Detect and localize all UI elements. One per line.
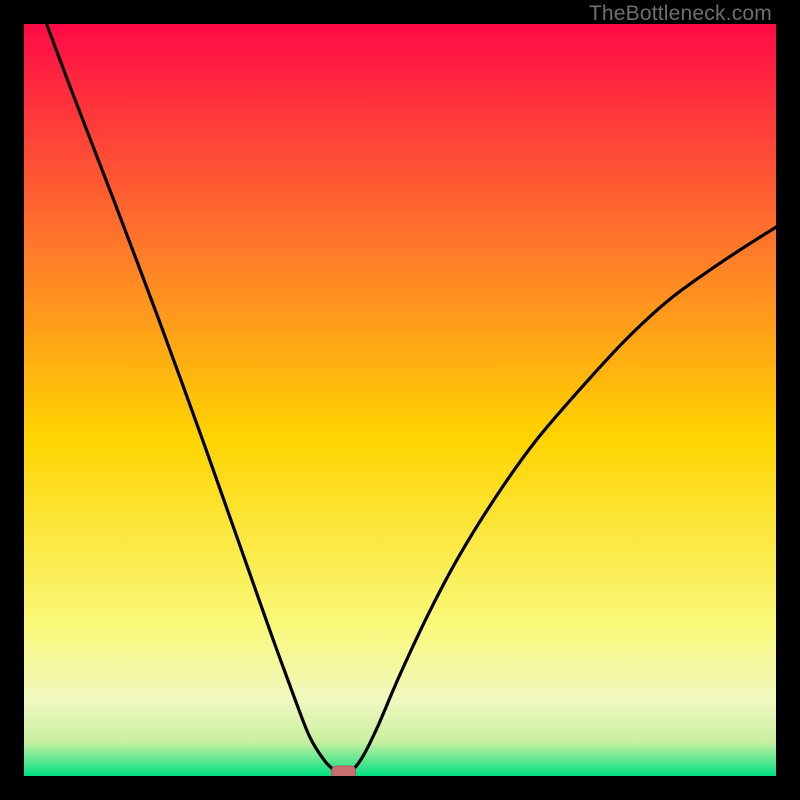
watermark-text: TheBottleneck.com — [589, 2, 772, 26]
bottleneck-chart — [24, 24, 776, 776]
chart-frame — [24, 24, 776, 776]
gradient-fill — [24, 24, 776, 776]
optimal-point-marker — [332, 766, 356, 776]
